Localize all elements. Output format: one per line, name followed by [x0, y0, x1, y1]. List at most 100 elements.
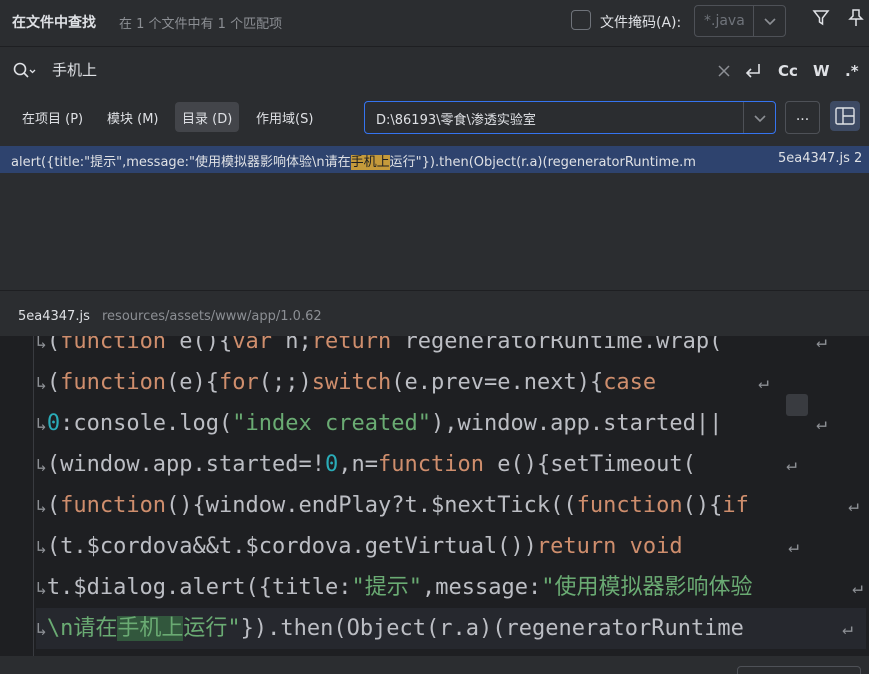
code-token: case: [603, 370, 657, 395]
soft-wrap-out-icon: ↵: [852, 577, 863, 598]
code-token: function: [576, 493, 683, 518]
soft-wrap-in-icon: ↳: [36, 619, 47, 640]
code-token: (: [46, 493, 61, 518]
soft-wrap-in-icon: ↳: [36, 578, 47, 599]
file-mask-value[interactable]: *.java: [704, 13, 745, 29]
code-line: ↳(t.$cordova&&t.$cordova.getVirtual())re…: [36, 526, 866, 567]
code-token: function: [378, 452, 484, 477]
match-case-toggle[interactable]: Cc: [778, 62, 798, 80]
results-list: alert({title:"提示",message:"使用模拟器影响体验\n请在…: [0, 146, 869, 290]
tab-module[interactable]: 模块 (M): [100, 102, 166, 132]
whole-words-toggle[interactable]: W: [813, 62, 830, 80]
file-mask-checkbox[interactable]: [571, 10, 591, 30]
soft-wrap-out-icon: ↵: [788, 536, 799, 557]
result-location: 5ea4347.js 2: [778, 151, 863, 166]
code-token: (e){: [166, 370, 220, 395]
soft-wrap-in-icon: ↳: [36, 496, 47, 517]
soft-wrap-out-icon: ↵: [758, 372, 769, 393]
directory-combo[interactable]: D:\86193\零食\渗透实验室: [364, 101, 776, 134]
code-line: ↳(function(){window.endPlay?t.$nextTick(…: [36, 485, 866, 526]
code-token: (: [46, 370, 61, 395]
code-token: (: [46, 336, 61, 354]
tab-scope[interactable]: 作用域(S): [249, 102, 320, 132]
code-token: regeneratorRuntime.wrap(: [391, 336, 723, 354]
search-icon[interactable]: [12, 61, 36, 81]
code-token: var: [232, 336, 273, 354]
code-line: ↳t.$dialog.alert({title:"提示",message:"使用…: [36, 567, 866, 608]
code-token: 手机上: [117, 616, 184, 641]
code-token: 0: [46, 411, 61, 436]
code-token: (window.app.started=!: [46, 452, 325, 477]
code-token: e(){: [166, 336, 233, 354]
combo-divider: [743, 102, 744, 133]
result-row[interactable]: alert({title:"提示",message:"使用模拟器影响体验\n请在…: [0, 146, 869, 173]
combo-divider: [753, 6, 754, 36]
browse-button[interactable]: ...: [785, 101, 820, 134]
close-icon[interactable]: [717, 64, 731, 78]
result-snippet: alert({title:"提示",message:"使用模拟器影响体验\n请在…: [11, 151, 771, 170]
code-token: if: [722, 493, 749, 518]
soft-wrap-out-icon: ↵: [816, 336, 827, 352]
chevron-down-icon[interactable]: [759, 12, 781, 30]
code-token: ),window.app.started||: [430, 411, 723, 436]
soft-wrap-in-icon: ↳: [36, 537, 47, 558]
code-line: ↳\n请在手机上运行"}).then(Object(r.a)(regenerat…: [36, 608, 866, 649]
soft-wrap-out-icon: ↵: [816, 413, 827, 434]
code-token: function: [60, 493, 167, 518]
directory-path[interactable]: D:\86193\零食\渗透实验室: [376, 109, 536, 128]
file-mask-label: 文件掩码(A):: [600, 15, 682, 31]
soft-wrap-in-icon: ↳: [36, 455, 47, 476]
code-token: (t.$cordova&&t.$cordova.getVirtual()): [46, 534, 537, 559]
find-in-files-header: 在文件中查找 在 1 个文件中有 1 个匹配项 文件掩码(A): *.java: [0, 0, 869, 46]
code-token: \n请在: [46, 616, 118, 641]
preview-layout-icon[interactable]: [830, 101, 860, 131]
code-line: ↳(function(e){for(;;)switch(e.prev=e.nex…: [36, 362, 866, 403]
code-token: function: [60, 370, 167, 395]
search-row: Cc W .*: [0, 46, 869, 94]
preview-file-name: 5ea4347.js: [18, 309, 90, 324]
code-line: ↳(window.app.started=!0,n=function e(){s…: [36, 444, 866, 485]
soft-wrap-out-icon: ↵: [786, 454, 797, 475]
code-token: for: [219, 370, 259, 395]
code-token: (){window.endPlay?t.$nextTick((: [166, 493, 577, 518]
open-in-tool-window-button[interactable]: [737, 666, 861, 674]
code-token: ,n=: [338, 452, 378, 477]
code-token: return: [536, 534, 617, 559]
regex-toggle[interactable]: .*: [845, 62, 859, 80]
code-token: (e.prev=e.next){: [391, 370, 604, 395]
tab-directory[interactable]: 目录 (D): [175, 102, 240, 132]
code-token: switch: [311, 370, 392, 395]
soft-wrap-out-icon: ↵: [842, 618, 853, 639]
code-preview[interactable]: ↳(function e(){var n;return regeneratorR…: [0, 336, 869, 656]
tab-project[interactable]: 在项目 (P): [15, 102, 90, 132]
code-token: ,message:: [421, 575, 542, 600]
chevron-down-icon[interactable]: [749, 109, 771, 127]
code-token: return: [311, 336, 392, 354]
code-token: "使用模拟器影响体验: [541, 575, 753, 600]
soft-wrap-in-icon: ↳: [36, 336, 47, 353]
code-token: "提示": [351, 575, 422, 600]
soft-wrap-in-icon: ↳: [36, 373, 47, 394]
snippet-match: 手机上: [350, 155, 390, 170]
scope-row: 在项目 (P) 模块 (M) 目录 (D) 作用域(S) D:\86193\零食…: [0, 94, 869, 146]
file-mask-combo[interactable]: *.java: [694, 5, 786, 37]
code-token: function: [60, 336, 167, 354]
code-token: (;;): [258, 370, 312, 395]
soft-wrap-out-icon: ↵: [848, 495, 859, 516]
bottom-bar: [0, 656, 869, 674]
search-input[interactable]: [52, 60, 652, 78]
preview-file-path: resources/assets/www/app/1.0.62: [102, 309, 322, 324]
code-token: :console.log(: [60, 411, 233, 436]
code-token: "index created": [232, 411, 431, 436]
pin-icon[interactable]: [847, 8, 865, 28]
match-summary: 在 1 个文件中有 1 个匹配项: [119, 17, 283, 32]
code-line: ↳0:console.log("index created"),window.a…: [36, 403, 866, 444]
code-token: 运行": [183, 616, 241, 641]
code-token: e(){setTimeout(: [483, 452, 696, 477]
new-line-icon[interactable]: [742, 60, 764, 82]
code-token: n;: [272, 336, 312, 354]
code-token: }).then(Object(r.a)(regeneratorRuntime: [240, 616, 744, 641]
filter-icon[interactable]: [811, 8, 831, 28]
code-line: ↳(function e(){var n;return regeneratorR…: [36, 336, 866, 362]
